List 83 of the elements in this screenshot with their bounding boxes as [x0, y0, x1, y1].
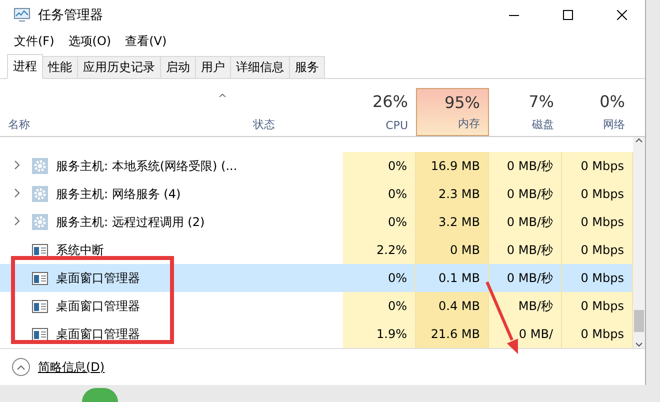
chevron-up-icon	[17, 364, 25, 370]
table-cell: 0%	[343, 152, 416, 180]
total-percent: 7%	[528, 92, 554, 111]
table-cell: 0 MB/秒	[489, 236, 562, 264]
process-name: 服务主机: 网络服务 (4)	[56, 186, 181, 202]
fewer-details-link[interactable]: 简略信息(D)	[38, 358, 105, 376]
column-header[interactable]: 名称	[8, 117, 30, 132]
table-cell: 0 MB	[416, 236, 489, 264]
table-cell: 0 MB/秒	[489, 152, 562, 180]
tab[interactable]: 用户	[195, 56, 231, 78]
total-percent: 0%	[600, 92, 625, 111]
column-label: CPU	[386, 119, 408, 132]
minimize-icon	[509, 14, 519, 16]
collapse-button[interactable]	[12, 358, 30, 376]
scroll-down-icon[interactable]	[635, 342, 643, 348]
tab[interactable]: 启动	[160, 56, 196, 78]
tab[interactable]: 服务	[289, 56, 325, 78]
process-row[interactable]: 系统中断 2.2% 0 MB 0 MB/秒 0 Mbps	[0, 236, 633, 264]
process-name: 服务主机: 远程过程调用 (2)	[56, 214, 205, 230]
table-cell: 0 MB/	[489, 320, 562, 348]
table-cell: 0.4 MB	[416, 292, 489, 320]
menu-item[interactable]: 选项(O)	[68, 32, 112, 50]
column-label: 磁盘	[532, 117, 554, 132]
table-cell: 1.9%	[343, 320, 416, 348]
process-row[interactable]: 服务主机: 网络服务 (4) 0% 2.3 MB 0 MB/秒 0 Mbps	[0, 180, 633, 208]
menu-item[interactable]: 文件(F)	[14, 32, 54, 50]
table-cell: 0 Mbps	[562, 180, 633, 208]
close-icon	[617, 10, 627, 20]
tab[interactable]: 进程	[7, 54, 43, 79]
window-icon	[32, 328, 48, 340]
total-percent: 95%	[444, 93, 480, 112]
tab[interactable]: 详细信息	[230, 56, 290, 78]
window-icon	[32, 300, 48, 312]
table-cell: 0%	[343, 180, 416, 208]
table-cell: 21.6 MB	[416, 320, 489, 348]
column-label: 内存	[458, 116, 480, 131]
table-cell: 0%	[343, 292, 416, 320]
scrollbar[interactable]	[633, 137, 645, 348]
chevron-right-icon[interactable]	[14, 188, 20, 198]
process-name: 桌面窗口管理器	[56, 298, 140, 314]
table-cell: 2.2%	[343, 236, 416, 264]
process-name: 服务主机: 本地系统(网络受限) (...	[56, 158, 238, 174]
table-cell: MB/秒	[489, 292, 562, 320]
table-cell: 0 MB/秒	[489, 208, 562, 236]
sort-arrow[interactable]: ^	[218, 92, 228, 105]
scroll-thumb[interactable]	[634, 310, 644, 332]
step-badge	[82, 388, 118, 402]
process-row[interactable]: 桌面窗口管理器 0% 0.1 MB 0 MB/秒 0 Mbps	[0, 264, 633, 292]
table-cell: 2.3 MB	[416, 180, 489, 208]
process-row[interactable]: 服务主机: 远程过程调用 (2) 0% 3.2 MB 0 MB/秒 0 Mbps	[0, 208, 633, 236]
process-name: 桌面窗口管理器	[56, 270, 140, 286]
gear-icon	[32, 214, 48, 230]
gear-icon	[32, 186, 48, 202]
process-name: 桌面窗口管理器	[56, 326, 140, 342]
table-cell: 0 Mbps	[562, 208, 633, 236]
table-cell: 0%	[343, 208, 416, 236]
table-cell: 3.2 MB	[416, 208, 489, 236]
monitor-icon	[14, 8, 30, 22]
tab[interactable]: 性能	[42, 56, 78, 78]
chevron-right-icon[interactable]	[14, 160, 20, 170]
table-cell: 0 MB/秒	[489, 180, 562, 208]
gear-icon	[32, 158, 48, 174]
process-row[interactable]: 桌面窗口管理器 0% 0.4 MB MB/秒 0 Mbps	[0, 292, 633, 320]
maximize-icon	[563, 10, 573, 20]
table-cell: 0 Mbps	[562, 236, 633, 264]
window-title: 任务管理器	[38, 7, 104, 24]
table-cell: 0 Mbps	[562, 152, 633, 180]
total-percent: 26%	[372, 92, 408, 111]
window-icon	[32, 272, 48, 284]
table-cell: 0 Mbps	[562, 292, 633, 320]
chevron-right-icon[interactable]	[14, 216, 20, 226]
menu-item[interactable]: 查看(V)	[125, 32, 167, 50]
process-row[interactable]: 服务主机: 本地系统(网络受限) (... 0% 16.9 MB 0 MB/秒 0 Mbps	[0, 152, 633, 180]
process-name: 系统中断	[56, 242, 104, 258]
scroll-up-icon[interactable]	[635, 137, 643, 143]
tab[interactable]: 应用历史记录	[77, 56, 161, 78]
table-cell: 16.9 MB	[416, 152, 489, 180]
alert-column-header[interactable]: 95% 内存	[416, 88, 489, 136]
table-cell: 0 Mbps	[562, 320, 633, 348]
column-label: 网络	[603, 117, 625, 132]
window-icon	[32, 244, 48, 256]
process-row[interactable]: 桌面窗口管理器 1.9% 21.6 MB 0 MB/ 0 Mbps	[0, 320, 633, 348]
column-header[interactable]: 状态	[253, 117, 275, 132]
